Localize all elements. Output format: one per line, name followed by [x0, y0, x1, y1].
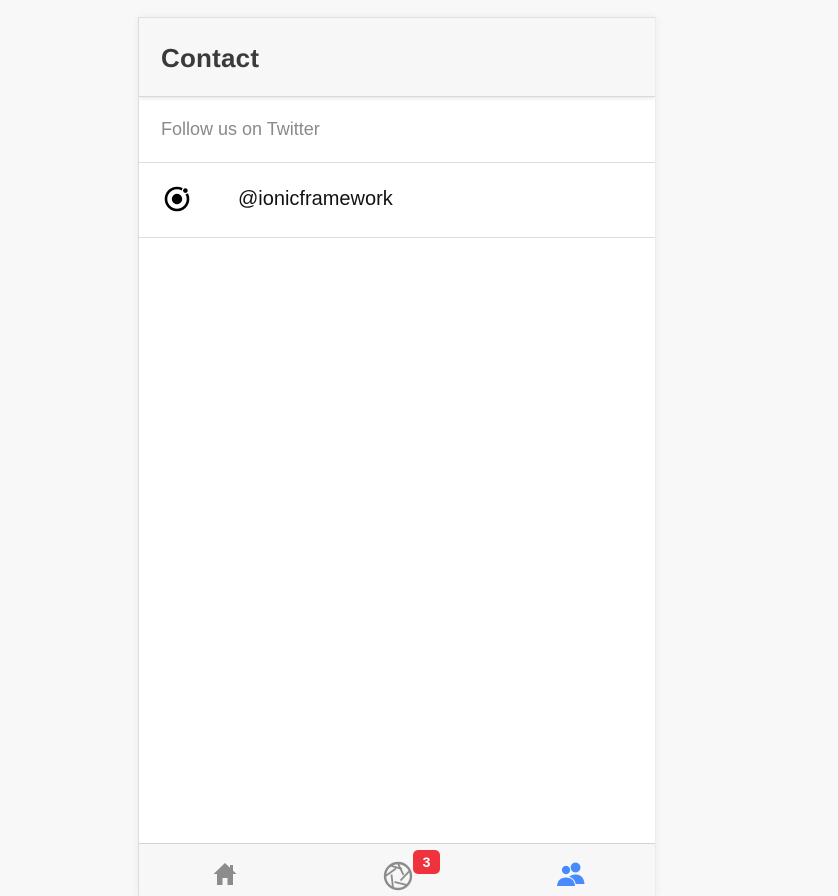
- list-header: Follow us on Twitter: [139, 100, 655, 163]
- tab-bar: 3: [139, 843, 655, 896]
- home-icon: [211, 860, 239, 893]
- notification-badge: 3: [413, 850, 440, 874]
- contacts-icon: [555, 860, 587, 893]
- tab-about[interactable]: [312, 844, 484, 896]
- app-window: Contact Follow us on Twitter @ionicframe…: [138, 17, 656, 896]
- tab-contact[interactable]: [485, 844, 655, 896]
- ionic-icon: [163, 185, 191, 213]
- list-item-ionicframework[interactable]: @ionicframework: [139, 163, 655, 238]
- list-header-label: Follow us on Twitter: [161, 119, 320, 139]
- page-title: Contact: [161, 43, 260, 73]
- toolbar: Contact: [139, 18, 655, 97]
- tab-home[interactable]: [139, 844, 311, 896]
- aperture-icon: [382, 860, 414, 896]
- list-item-label: @ionicframework: [238, 188, 393, 210]
